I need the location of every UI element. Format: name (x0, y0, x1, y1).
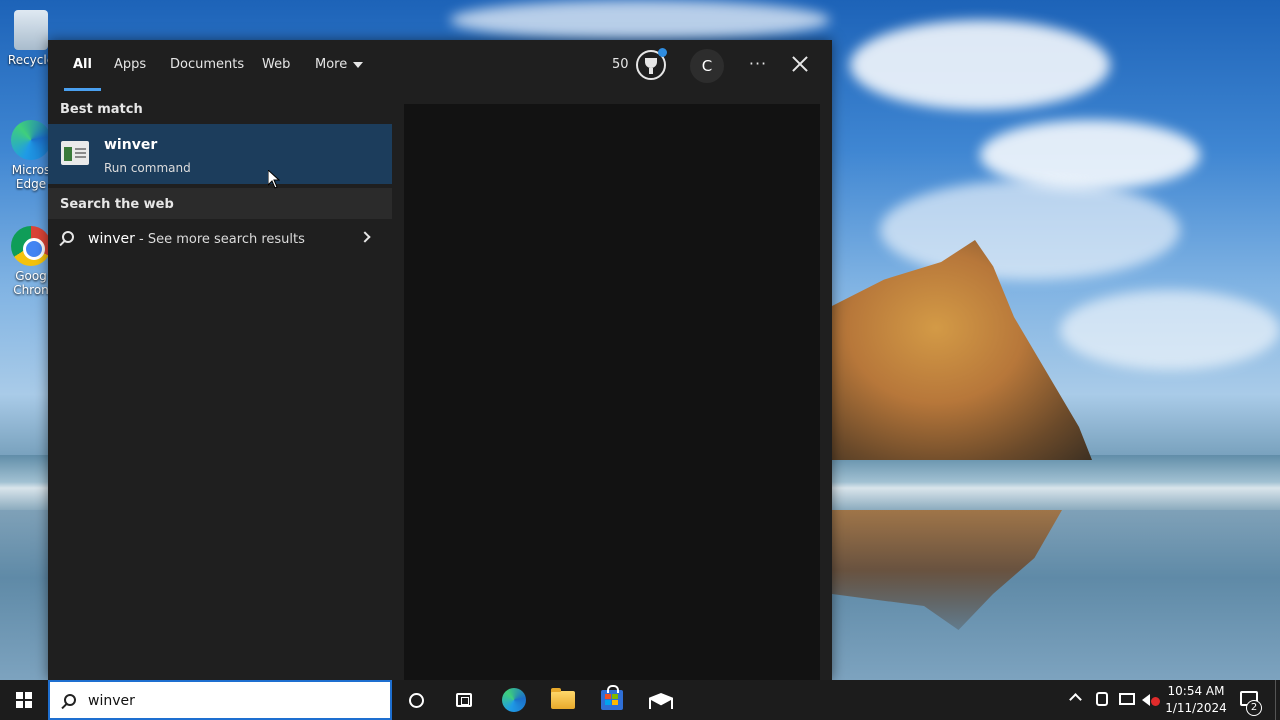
clock-date: 1/11/2024 (1165, 701, 1227, 715)
trophy-stem (649, 68, 653, 74)
web-search-result[interactable]: winver - See more search results (48, 223, 392, 255)
volume-icon[interactable] (1142, 694, 1150, 706)
taskbar-mail-button[interactable] (637, 680, 685, 720)
search-flyout: All Apps Documents Web More 50 C ··· Bes… (48, 40, 832, 680)
store-icon (601, 685, 623, 710)
best-match-subtitle: Run command (104, 161, 191, 175)
edge-icon (502, 688, 526, 712)
more-options-button[interactable]: ··· (748, 52, 768, 76)
show-hidden-icons-chevron-up-icon[interactable] (1069, 693, 1082, 706)
close-icon[interactable] (788, 52, 812, 76)
windows-logo-icon (16, 692, 32, 708)
search-web-header: Search the web (60, 197, 174, 212)
tab-documents[interactable]: Documents (170, 57, 244, 72)
preview-pane (404, 104, 820, 680)
web-result-suffix: - See more search results (134, 232, 305, 247)
taskbar: 10:54 AM 1/11/2024 2 (0, 680, 1280, 720)
tab-more-label: More (315, 57, 348, 72)
clock-time: 10:54 AM (1167, 684, 1225, 698)
caret-down-icon (353, 61, 364, 68)
task-view-button[interactable] (440, 680, 488, 720)
best-match-header: Best match (60, 102, 143, 117)
cloud (880, 180, 1180, 280)
taskbar-file-explorer-button[interactable] (539, 680, 587, 720)
mail-icon (649, 693, 673, 709)
rewards-notification-dot (658, 48, 667, 57)
trophy-icon (645, 58, 657, 68)
best-match-result[interactable]: winver Run command (48, 124, 392, 184)
taskbar-store-button[interactable] (588, 680, 636, 720)
cloud (1060, 290, 1280, 370)
folder-icon (551, 688, 575, 709)
tab-all[interactable]: All (73, 57, 92, 72)
task-view-icon (456, 693, 472, 707)
chrome-icon (11, 226, 51, 266)
clock[interactable]: 10:54 AM 1/11/2024 (1164, 683, 1228, 717)
show-desktop-button[interactable] (1275, 680, 1280, 720)
search-icon (64, 694, 76, 706)
notification-count-badge: 2 (1246, 700, 1262, 716)
taskbar-edge-button[interactable] (490, 680, 538, 720)
search-web-section: Search the web (48, 188, 392, 219)
search-icon (62, 231, 74, 243)
taskbar-search-box[interactable] (48, 680, 392, 720)
web-result-text: winver - See more search results (88, 231, 305, 247)
volume-muted-badge (1151, 697, 1160, 706)
start-button[interactable] (0, 680, 48, 720)
search-input[interactable] (88, 690, 378, 712)
chevron-right-icon[interactable] (359, 231, 371, 243)
active-tab-indicator (64, 88, 101, 91)
run-command-icon (61, 141, 89, 165)
edge-icon (11, 120, 51, 160)
tab-apps[interactable]: Apps (114, 57, 146, 72)
account-avatar[interactable]: C (690, 49, 724, 83)
best-match-title: winver (104, 137, 158, 153)
web-result-query: winver (88, 231, 135, 247)
cortana-icon (409, 693, 424, 708)
cloud (850, 20, 1110, 110)
tab-web[interactable]: Web (262, 57, 290, 72)
cortana-button[interactable] (392, 680, 440, 720)
tab-more[interactable]: More (315, 57, 364, 72)
search-tabs-bar: All Apps Documents Web More 50 C ··· (48, 40, 832, 92)
desktop-icon-label: Micros Edge (11, 163, 51, 191)
rewards-points: 50 (612, 57, 629, 72)
network-icon[interactable] (1119, 693, 1135, 705)
cloud (450, 0, 830, 40)
desktop-icon-label: Goog Chron (13, 269, 49, 297)
recycle-bin-icon (14, 10, 48, 50)
meet-now-icon[interactable] (1096, 692, 1108, 706)
